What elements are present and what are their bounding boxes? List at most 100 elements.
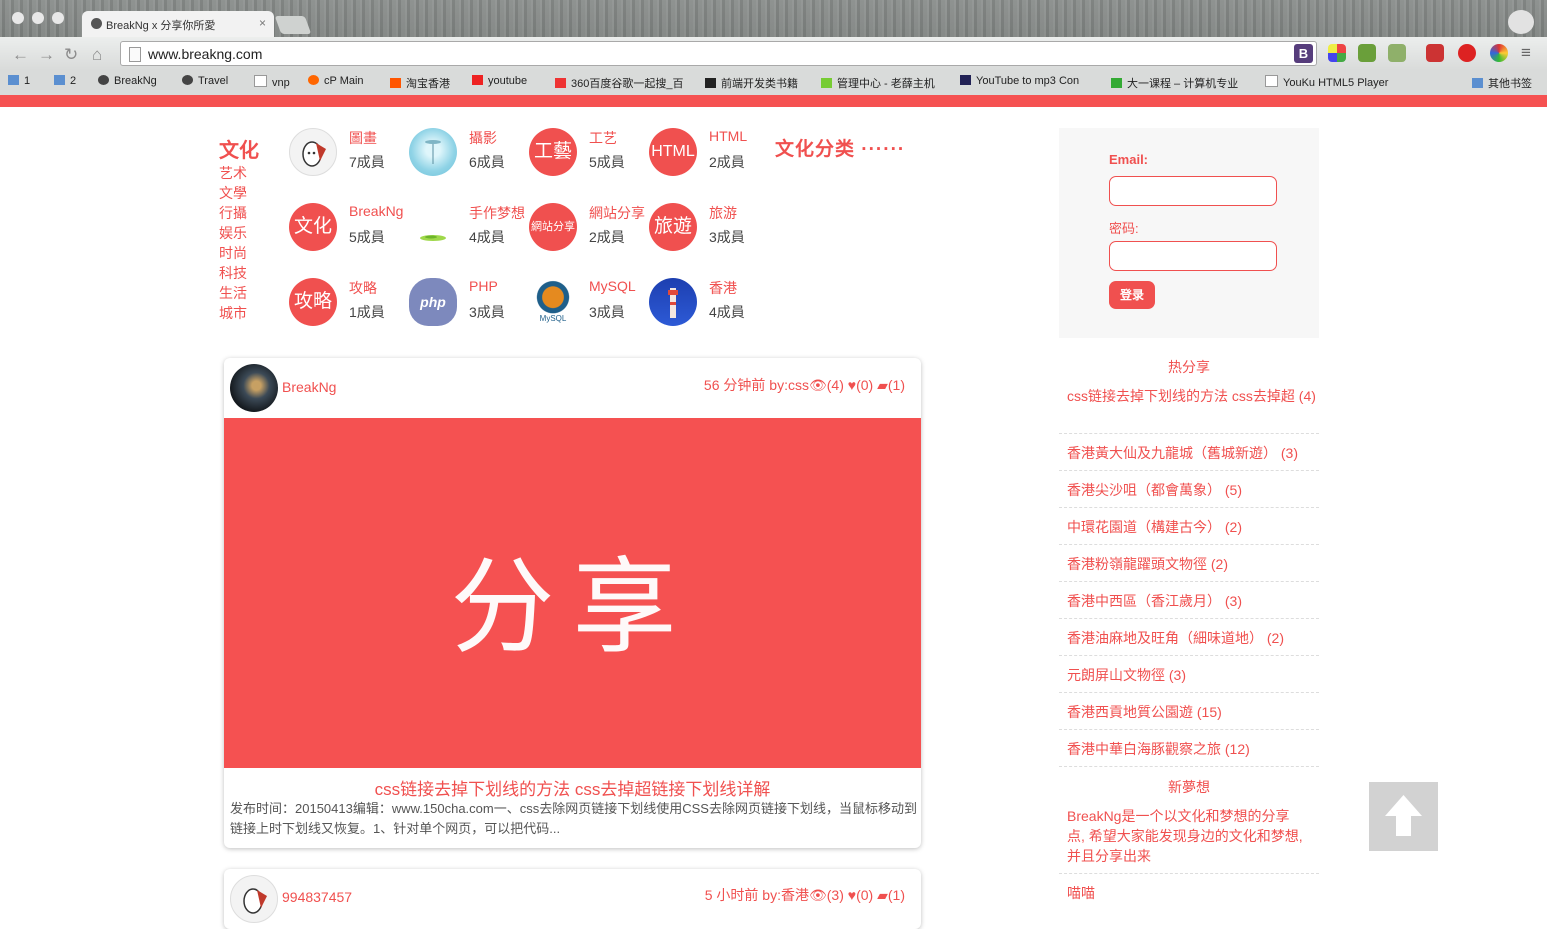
bookmark-folder-2[interactable]: 2 (54, 75, 76, 87)
group-name[interactable]: 工艺 (589, 128, 617, 148)
new-tab-button[interactable] (274, 16, 312, 34)
group-name[interactable]: 旅游 (709, 203, 737, 223)
category-more-link[interactable]: 文化分类 ······ (775, 134, 905, 161)
category-link[interactable]: 生活 (219, 283, 247, 303)
bookmark-course[interactable]: 大一课程 – 计算机专业 (1111, 75, 1238, 91)
adblock-extension-icon[interactable] (1458, 44, 1476, 62)
home-icon[interactable]: ⌂ (92, 45, 102, 65)
menu-icon[interactable]: ≡ (1521, 43, 1531, 63)
group-item[interactable]: 攻略 攻略 1成員 (289, 278, 409, 338)
notes-extension-icon[interactable] (1388, 44, 1406, 62)
forward-icon[interactable]: → (38, 45, 55, 65)
group-item[interactable]: HTML HTML 2成員 (649, 128, 769, 188)
dream-item[interactable]: 喵喵 (1059, 883, 1319, 911)
group-item[interactable]: 文化 BreakNg 5成員 (289, 203, 409, 263)
hot-share-item[interactable]: 中環花園道（構建古今） (2) (1059, 517, 1319, 545)
hot-share-item[interactable]: css链接去掉下划线的方法 css去掉超 (4) (1059, 386, 1319, 434)
travel-icon: 旅遊 (649, 203, 697, 251)
hot-share-item[interactable]: 香港尖沙咀（都會萬象） (5) (1059, 480, 1319, 508)
comment-icon[interactable]: ▰ (877, 377, 888, 393)
category-link[interactable]: 文學 (219, 183, 247, 203)
group-name[interactable]: 圖畫 (349, 128, 377, 148)
page-icon (254, 75, 267, 87)
bookmark-breakng[interactable]: BreakNg (98, 75, 157, 87)
group-item[interactable]: 香港 4成員 (649, 278, 769, 338)
back-icon[interactable]: ← (12, 45, 29, 65)
post-category[interactable]: by:css (769, 377, 809, 393)
browser-tab[interactable]: BreakNg x 分享你所愛 × (82, 11, 274, 37)
mp3-icon (960, 75, 971, 85)
group-name[interactable]: HTML (709, 128, 747, 144)
html-icon: HTML (649, 128, 697, 176)
evernote-extension-icon[interactable] (1358, 44, 1376, 62)
group-item[interactable]: 圖畫 7成員 (289, 128, 409, 188)
group-item[interactable]: 工藝 工艺 5成員 (529, 128, 649, 188)
avatar[interactable] (230, 364, 278, 412)
group-name[interactable]: MySQL (589, 278, 636, 294)
hot-share-item[interactable]: 香港油麻地及旺角（細味道地） (2) (1059, 628, 1319, 656)
post-cover-image[interactable]: 分享 (224, 418, 921, 768)
bookmark-youtube[interactable]: youtube (472, 75, 527, 87)
category-link[interactable]: 行攝 (219, 203, 247, 223)
login-button[interactable]: 登录 (1109, 281, 1155, 309)
category-title[interactable]: 文化 (219, 134, 259, 163)
eye-icon: 👁 (808, 377, 827, 393)
address-bar[interactable]: www.breakng.com B (120, 41, 1317, 66)
bootstrap-extension-icon[interactable]: B (1294, 44, 1313, 63)
group-name[interactable]: 網站分享 (589, 203, 645, 223)
heart-icon[interactable]: ♥ (848, 377, 856, 393)
cpanel-icon (308, 75, 319, 85)
url-text[interactable]: www.breakng.com (148, 46, 262, 62)
group-name[interactable]: PHP (469, 278, 498, 294)
category-link[interactable]: 科技 (219, 263, 247, 283)
bookmark-youku[interactable]: YouKu HTML5 Player (1265, 75, 1388, 89)
group-item[interactable]: php PHP 3成員 (409, 278, 529, 338)
category-link[interactable]: 时尚 (219, 243, 247, 263)
bookmark-folder-1[interactable]: 1 (8, 75, 30, 87)
bookmark-cp-main[interactable]: cP Main (308, 75, 364, 87)
category-link[interactable]: 城市 (219, 303, 247, 323)
category-link[interactable]: 艺术 (219, 163, 247, 183)
hot-share-item[interactable]: 元朗屏山文物徑 (3) (1059, 665, 1319, 693)
post-author[interactable]: BreakNg (282, 379, 336, 395)
post-author[interactable]: 994837457 (282, 889, 352, 905)
group-item[interactable]: MySQL MySQL 3成員 (529, 278, 649, 338)
hot-share-item[interactable]: 香港中華白海豚觀察之旅 (12) (1059, 739, 1319, 767)
group-name[interactable]: BreakNg (349, 203, 403, 219)
group-name[interactable]: 香港 (709, 278, 737, 298)
bookmark-taobao[interactable]: 淘宝香港 (390, 75, 450, 91)
minimize-window-button[interactable] (32, 12, 44, 24)
hot-share-item[interactable]: 香港黃大仙及九龍城（舊城新遊） (3) (1059, 443, 1319, 471)
hot-share-item[interactable]: 香港粉嶺龍躍頭文物徑 (2) (1059, 554, 1319, 582)
back-to-top-button[interactable] (1369, 782, 1438, 851)
close-window-button[interactable] (12, 12, 24, 24)
dream-item[interactable]: BreakNg是一个以文化和梦想的分享点, 希望大家能发现身边的文化和梦想, 并… (1059, 806, 1319, 874)
group-name[interactable]: 攻略 (349, 278, 377, 298)
post-title[interactable]: css链接去掉下划线的方法 css去掉超链接下划线详解 (224, 775, 921, 800)
mail-extension-icon[interactable] (1426, 44, 1444, 62)
bookmark-other[interactable]: 其他书签 (1472, 75, 1532, 91)
email-field[interactable] (1109, 176, 1277, 206)
bookmark-frontend-books[interactable]: 前端开发类书籍 (705, 75, 798, 91)
close-tab-icon[interactable]: × (259, 16, 266, 30)
group-name[interactable]: 攝影 (469, 128, 497, 148)
bookmark-admin[interactable]: 管理中心 - 老薛主机 (821, 75, 935, 91)
chrome-extension-icon[interactable] (1490, 44, 1508, 62)
reload-icon[interactable]: ↻ (64, 45, 78, 65)
group-item[interactable]: 攝影 6成員 (409, 128, 529, 188)
hot-share-item[interactable]: 香港西貢地質公園遊 (15) (1059, 702, 1319, 730)
bookmark-youtube-mp3[interactable]: YouTube to mp3 Con (960, 75, 1079, 87)
group-item[interactable]: 網站分享 網站分享 2成員 (529, 203, 649, 263)
avatar[interactable] (230, 875, 278, 923)
group-item[interactable]: 手作梦想 4成員 (409, 203, 529, 263)
group-item[interactable]: 旅遊 旅游 3成員 (649, 203, 769, 263)
group-name[interactable]: 手作梦想 (469, 203, 525, 223)
hot-share-item[interactable]: 香港中西區（香江歲月） (3) (1059, 591, 1319, 619)
category-link[interactable]: 娱乐 (219, 223, 247, 243)
password-field[interactable] (1109, 241, 1277, 271)
maximize-window-button[interactable] (52, 12, 64, 24)
bookmark-vnp[interactable]: vnp (254, 75, 290, 89)
color-extension-icon[interactable] (1328, 44, 1346, 62)
bookmark-travel[interactable]: Travel (182, 75, 228, 87)
bookmark-360[interactable]: 360百度谷歌一起搜_百 (555, 75, 683, 91)
